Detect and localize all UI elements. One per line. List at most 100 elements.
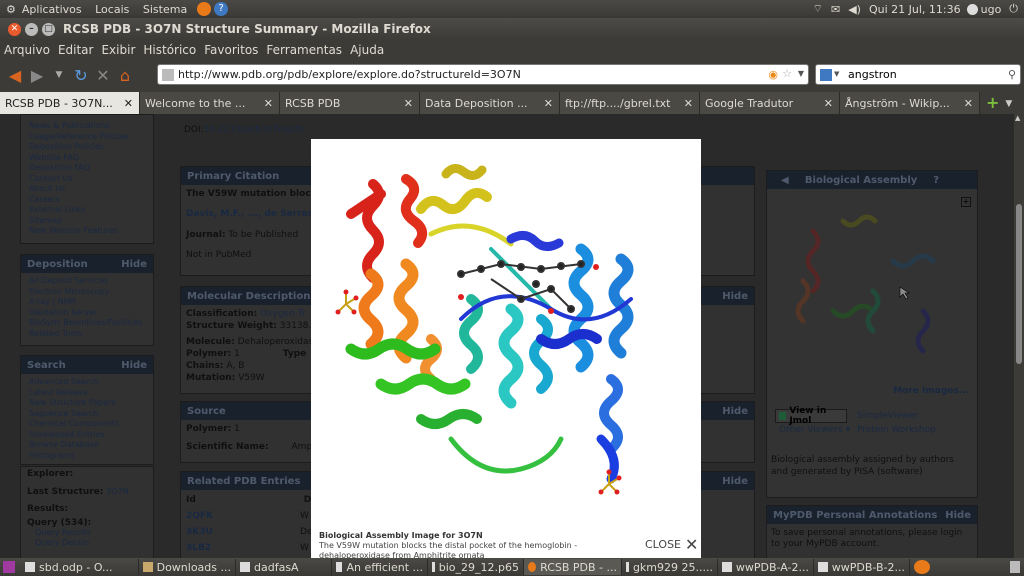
tab-label: Data Deposition ... [425,96,528,110]
show-desktop-icon[interactable] [3,561,15,573]
task-item[interactable]: Downloads ... [139,559,236,575]
mail-icon[interactable]: ✉ [831,3,840,16]
stop-icon[interactable]: ✕ [92,64,114,86]
google-engine-icon[interactable] [820,69,832,81]
tab-google-tradutor[interactable]: Google Tradutor ✕ [700,92,840,114]
reload-icon[interactable]: ↻ [70,64,92,86]
task-item[interactable]: bio_29_12.p65 [428,559,524,575]
close-icon: ✕ [685,535,699,554]
task-item[interactable]: gkm929 25..... [622,559,718,575]
window-maximize-icon[interactable]: □ [42,22,55,36]
close-label: CLOSE [645,538,682,551]
menu-aplicativos[interactable]: Aplicativos [22,3,82,16]
assembly-image-modal: Biological Assembly Image for 3O7N The V… [311,139,701,560]
power-icon[interactable]: ⏻ [1009,2,1018,16]
tab-rcsb-pdb[interactable]: RCSB PDB ✕ [280,92,420,114]
menu-sistema[interactable]: Sistema [143,3,187,16]
firefox-menubar: Arquivo Editar Exibir Histórico Favorito… [0,40,1024,60]
tab-angstrom-wikipedia[interactable]: Ångström - Wikip... ✕ [840,92,980,114]
menu-editar[interactable]: Editar [58,43,94,57]
menu-arquivo[interactable]: Arquivo [4,43,50,57]
task-item[interactable]: sbd.odp - O... [21,559,139,575]
task-item[interactable]: dadfasA [236,559,332,575]
tab-bar: RCSB PDB - 3O7N... ✕ Welcome to the ... ✕ … [0,90,1024,114]
tab-close-icon[interactable]: ✕ [684,97,693,110]
tab-close-icon[interactable]: ✕ [404,97,413,110]
tab-label: Welcome to the ... [145,96,246,110]
folder-icon [143,562,153,572]
search-input[interactable]: ▼ angstron ⚲ [815,64,1021,85]
firefox-launcher-icon[interactable] [197,2,212,16]
url-bar[interactable]: http://www.pdb.org/pdb/explore/explore.d… [157,64,809,85]
wifi-icon[interactable]: ⌔ [813,2,823,16]
panel-menus: Aplicativos Locais Sistema [22,3,197,16]
firefox-tray-icon[interactable] [914,560,930,574]
search-go-icon[interactable]: ⚲ [1008,68,1016,81]
task-item[interactable]: wwPDB-A-2... [718,559,814,575]
clock[interactable]: Qui 21 Jul, 11:36 [869,3,961,16]
task-label: wwPDB-A-2... [735,560,809,574]
menu-exibir[interactable]: Exibir [101,43,135,57]
window-close-icon[interactable]: ✕ [8,22,21,36]
document-icon [626,562,629,572]
user-close-icon [966,3,978,15]
document-icon [432,562,435,572]
task-item[interactable]: An efficient ... [332,559,428,575]
document-icon [25,562,35,572]
tab-rcsb-3o7n[interactable]: RCSB PDB - 3O7N... ✕ [0,92,140,114]
tab-ftp[interactable]: ftp://ftp..../gbrel.txt ✕ [560,92,700,114]
trash-icon[interactable] [1010,561,1020,573]
scroll-thumb[interactable] [1016,204,1022,364]
tab-welcome[interactable]: Welcome to the ... ✕ [140,92,280,114]
close-button[interactable]: CLOSE ✕ [645,535,698,554]
home-icon[interactable]: ⌂ [114,64,136,86]
gnome-top-panel: ⚙ Aplicativos Locais Sistema ? ⌔ ✉ ◀) Qu… [0,0,1024,18]
page-scrollbar[interactable]: ▲ [1014,114,1024,558]
document-icon [336,562,343,572]
help-icon[interactable]: ? [214,2,229,16]
search-text: angstron [848,68,897,81]
task-item[interactable]: wwPDB-B-2... [814,559,910,575]
menu-locais[interactable]: Locais [95,3,129,16]
back-icon[interactable]: ◀ [4,64,26,86]
forward-icon[interactable]: ▶ [26,64,48,86]
window-minimize-icon[interactable]: – [25,22,38,36]
tab-close-icon[interactable]: ✕ [124,97,133,110]
tab-close-icon[interactable]: ✕ [544,97,553,110]
tab-label: RCSB PDB - 3O7N... [5,96,113,110]
menu-favoritos[interactable]: Favoritos [204,43,258,57]
task-label: An efficient ... [346,560,423,574]
tab-list-icon[interactable]: ▼ [1005,99,1012,109]
tab-close-icon[interactable]: ✕ [824,97,833,110]
url-text: http://www.pdb.org/pdb/explore/explore.d… [178,68,521,81]
task-label: bio_29_12.p65 [438,560,519,574]
menu-ferramentas[interactable]: Ferramentas [266,43,342,57]
caption-title: Biological Assembly Image for 3O7N [319,531,483,540]
engine-dropdown-icon[interactable]: ▼ [834,70,839,78]
tab-close-icon[interactable]: ✕ [264,97,273,110]
rss-icon[interactable]: ◉ [768,68,778,81]
task-label: wwPDB-B-2... [831,560,905,574]
tab-label: RCSB PDB [285,96,341,110]
tab-label: Google Tradutor [705,96,794,110]
bookmark-star-icon[interactable]: ☆ [782,67,792,80]
bottom-taskbar: sbd.odp - O... Downloads ... dadfasA An … [0,558,1024,576]
task-label: gkm929 25..... [632,560,713,574]
tab-data-deposition[interactable]: Data Deposition ... ✕ [420,92,560,114]
url-dropdown-icon[interactable]: ▼ [798,69,804,78]
tab-close-icon[interactable]: ✕ [964,97,973,110]
scroll-up-icon[interactable]: ▲ [1015,114,1020,122]
new-tab-icon[interactable]: + [986,93,999,112]
history-dropdown-icon[interactable]: ▼ [48,64,70,86]
task-label: dadfasA [254,560,299,574]
menu-historico[interactable]: Histórico [143,43,196,57]
ubuntu-logo-icon[interactable]: ⚙ [6,3,16,16]
user-name[interactable]: ugo [981,3,1002,16]
task-item-active[interactable]: RCSB PDB - ... [524,559,622,575]
site-identity-icon[interactable] [162,69,174,81]
document-icon [240,562,250,572]
document-icon [722,562,732,572]
menu-ajuda[interactable]: Ajuda [350,43,384,57]
volume-icon[interactable]: ◀) [848,3,861,16]
window-title: RCSB PDB - 3O7N Structure Summary - Mozi… [63,22,431,36]
